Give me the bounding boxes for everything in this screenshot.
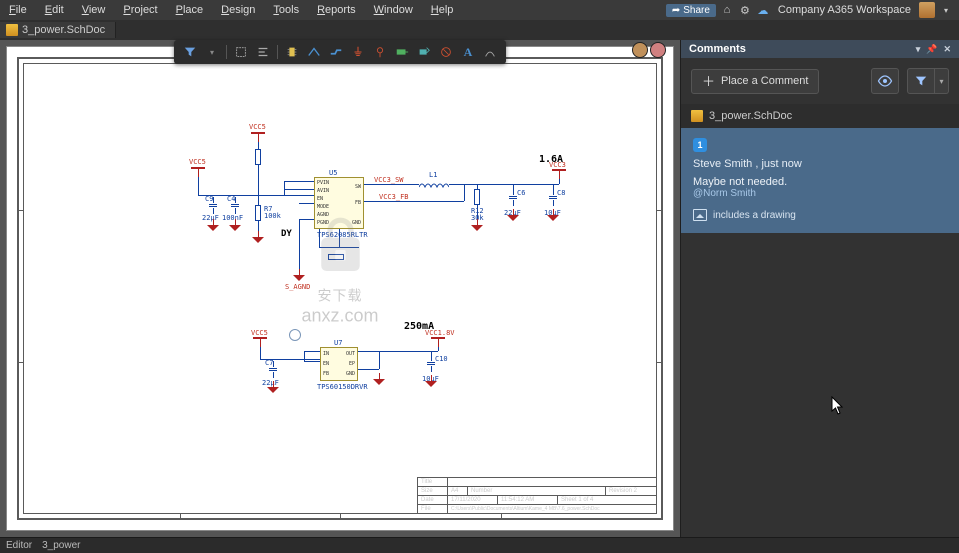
collab-avatar-1[interactable] bbox=[632, 42, 648, 58]
place-power-icon[interactable] bbox=[370, 42, 390, 62]
comment-author: Steve Smith , just now bbox=[693, 158, 947, 170]
gnd7 bbox=[267, 381, 279, 393]
share-button[interactable]: ➦ Share bbox=[666, 4, 716, 17]
home-icon[interactable]: ⌂ bbox=[720, 3, 734, 17]
filter-dropdown[interactable]: ▾ bbox=[935, 68, 949, 94]
cloud-icon[interactable]: ☁ bbox=[756, 3, 770, 17]
comment-mention[interactable]: @Norm Smith bbox=[693, 188, 947, 199]
gnd2 bbox=[229, 219, 241, 231]
panel-pin-icon[interactable]: 📌 bbox=[926, 44, 937, 55]
image-icon bbox=[693, 209, 707, 221]
title-block: Title Size A4 Number Revision 2 Date 17/… bbox=[417, 477, 657, 514]
place-wire-icon[interactable] bbox=[304, 42, 324, 62]
dy-label: DY bbox=[281, 229, 292, 239]
menu-tools[interactable]: Tools bbox=[264, 2, 308, 18]
status-doc[interactable]: 3_power bbox=[42, 540, 80, 551]
panel-close-icon[interactable]: ✕ bbox=[943, 44, 951, 55]
gnd9 bbox=[425, 375, 437, 387]
align-icon[interactable] bbox=[253, 42, 273, 62]
comments-title: Comments bbox=[689, 43, 746, 55]
c8 bbox=[549, 189, 557, 206]
filter-icon[interactable] bbox=[180, 42, 200, 62]
gnd-agnd bbox=[293, 269, 305, 281]
share-arrow-icon: ➦ bbox=[672, 5, 680, 16]
document-tab[interactable]: 3_power.SchDoc bbox=[0, 22, 116, 38]
filter-caret-icon[interactable]: ▾ bbox=[202, 42, 222, 62]
l1 bbox=[419, 181, 449, 187]
pwr-vcc5-b bbox=[191, 167, 205, 177]
menu-window[interactable]: Window bbox=[365, 2, 422, 18]
chip-u5: PVIN AVIN EN MODE AGND PGND SW FB GND bbox=[314, 177, 364, 229]
workspace-label[interactable]: Company A365 Workspace bbox=[774, 4, 915, 16]
comment-file-row[interactable]: 3_power.SchDoc bbox=[681, 104, 959, 128]
gnd4 bbox=[471, 219, 483, 231]
schematic-sheet[interactable]: 1.6A VCC5 VCC5 C9 bbox=[6, 46, 674, 531]
comment-body: Maybe not needed. bbox=[693, 176, 947, 188]
attachment-label: includes a drawing bbox=[713, 210, 796, 221]
r12 bbox=[474, 189, 480, 205]
visibility-button[interactable] bbox=[871, 68, 899, 94]
place-noerc-icon[interactable] bbox=[436, 42, 456, 62]
avatar-dropdown-icon[interactable]: ▾ bbox=[939, 3, 953, 17]
gnd3 bbox=[252, 231, 264, 243]
r-pullup bbox=[255, 149, 261, 165]
document-tab-label: 3_power.SchDoc bbox=[22, 24, 105, 36]
comment-marker[interactable] bbox=[289, 329, 301, 341]
gear-icon[interactable]: ⚙ bbox=[738, 3, 752, 17]
comment-attachment[interactable]: includes a drawing bbox=[693, 209, 947, 221]
share-label: Share bbox=[683, 5, 710, 16]
menu-project[interactable]: Project bbox=[114, 2, 166, 18]
filter-button[interactable] bbox=[907, 68, 935, 94]
document-tab-bar: 3_power.SchDoc bbox=[0, 20, 959, 40]
menu-reports[interactable]: Reports bbox=[308, 2, 365, 18]
place-gnd-icon[interactable] bbox=[348, 42, 368, 62]
menu-edit[interactable]: Edit bbox=[36, 2, 73, 18]
place-part-icon[interactable] bbox=[282, 42, 302, 62]
c10 bbox=[427, 355, 435, 372]
gnd1 bbox=[207, 219, 219, 231]
gnd5 bbox=[507, 209, 519, 221]
active-bar: ▾ A bbox=[174, 40, 506, 64]
menu-view[interactable]: View bbox=[73, 2, 115, 18]
schdoc-icon bbox=[691, 110, 703, 122]
menu-file[interactable]: File bbox=[0, 2, 36, 18]
place-port-icon[interactable] bbox=[414, 42, 434, 62]
user-avatar[interactable] bbox=[919, 2, 935, 18]
place-bus-icon[interactable] bbox=[326, 42, 346, 62]
plus-icon: ＋ bbox=[702, 75, 715, 88]
chip-u7: IN EN FB OUT EP GND bbox=[320, 347, 358, 381]
collaborators bbox=[632, 42, 666, 58]
gnd8 bbox=[373, 373, 385, 385]
r-fb bbox=[328, 254, 344, 260]
place-text-icon[interactable]: A bbox=[458, 42, 478, 62]
place-comment-button[interactable]: ＋ Place a Comment bbox=[691, 69, 819, 94]
comments-panel: Comments ▾ 📌 ✕ ＋ Place a Comment bbox=[680, 40, 959, 537]
canvas-area[interactable]: ▾ A bbox=[0, 40, 680, 537]
panel-dropdown-icon[interactable]: ▾ bbox=[916, 44, 921, 55]
comment-badge: 1 bbox=[693, 138, 707, 152]
comments-header[interactable]: Comments ▾ 📌 ✕ bbox=[681, 40, 959, 58]
comment-file-label: 3_power.SchDoc bbox=[709, 110, 792, 122]
schdoc-icon bbox=[6, 24, 18, 36]
c6 bbox=[509, 189, 517, 206]
gnd6 bbox=[547, 209, 559, 221]
menu-help[interactable]: Help bbox=[422, 2, 463, 18]
menu-design[interactable]: Design bbox=[212, 2, 264, 18]
pwr-vout2 bbox=[431, 337, 445, 347]
place-line-icon[interactable] bbox=[480, 42, 500, 62]
pwr-vcc5-c bbox=[253, 337, 267, 347]
place-comment-label: Place a Comment bbox=[721, 75, 808, 87]
pwr-vcc3 bbox=[552, 169, 566, 179]
menu-bar: File Edit View Project Place Design Tool… bbox=[0, 0, 959, 20]
r7 bbox=[255, 205, 261, 221]
pwr-vcc5-a bbox=[251, 132, 265, 142]
comment-card[interactable]: 1 Steve Smith , just now Maybe not neede… bbox=[681, 128, 959, 233]
menu-place[interactable]: Place bbox=[167, 2, 213, 18]
status-mode[interactable]: Editor bbox=[6, 540, 32, 551]
status-bar: Editor 3_power bbox=[0, 537, 959, 553]
select-icon[interactable] bbox=[231, 42, 251, 62]
collab-avatar-2[interactable] bbox=[650, 42, 666, 58]
place-netlabel-icon[interactable] bbox=[392, 42, 412, 62]
